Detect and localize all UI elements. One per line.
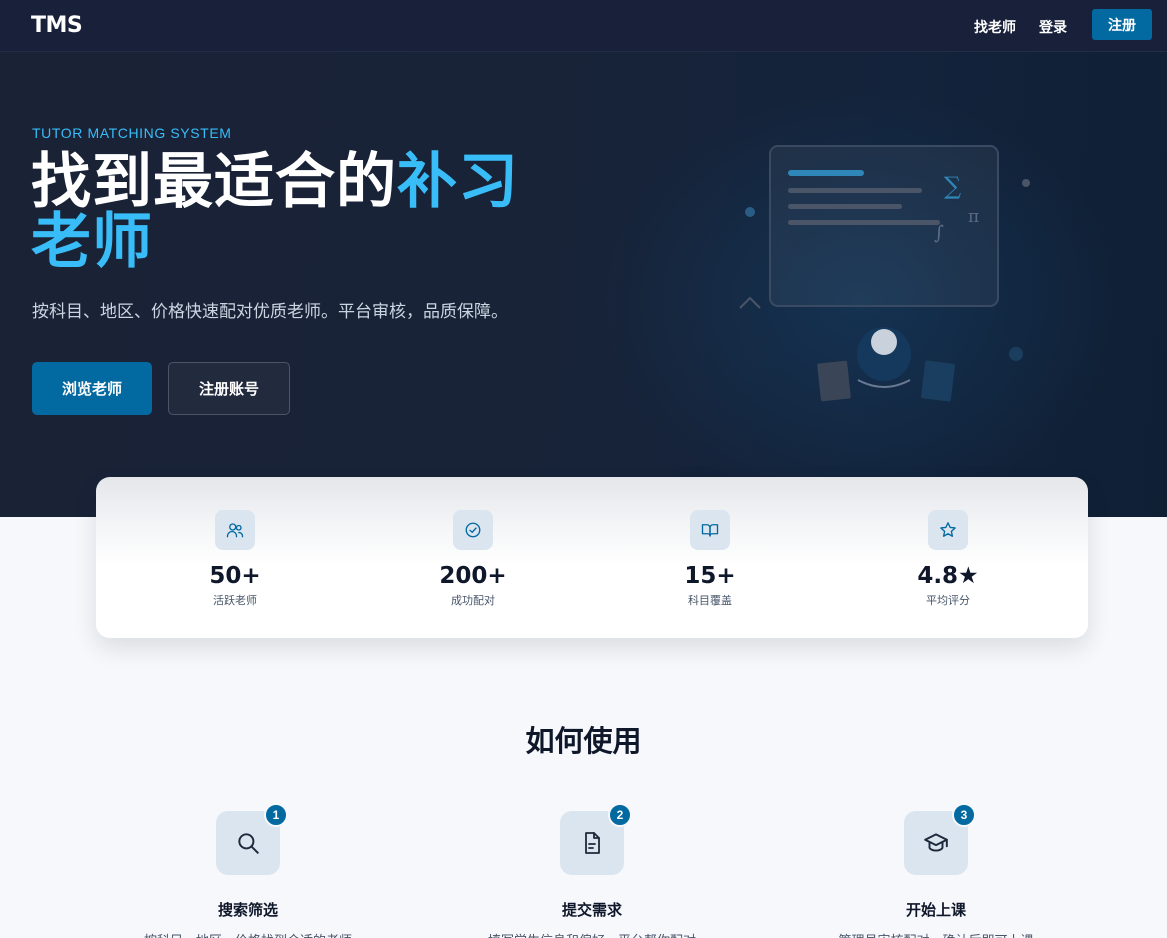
stat-label: 科目覆盖 xyxy=(688,595,732,607)
book-shape xyxy=(921,360,955,402)
step-title: 提交需求 xyxy=(561,902,622,919)
board-line xyxy=(788,204,902,209)
register-account-button[interactable]: 注册账号 xyxy=(168,362,290,415)
browse-teachers-button[interactable]: 浏览老师 xyxy=(32,362,152,415)
hero-title-part2: 老师 xyxy=(31,207,153,277)
step-description: 填写学生信息和偏好，平台帮你配对 xyxy=(420,930,764,938)
hero-subtitle: 按科目、地区、价格快速配对优质老师。平台审核，品质保障。 xyxy=(32,302,508,321)
how-to-use-title: 如何使用 xyxy=(525,726,642,758)
stat-item-subjects: 15+ 科目覆盖 xyxy=(591,477,829,638)
step-number-badge: 2 xyxy=(608,803,632,827)
hero-title-accent: 补习 xyxy=(397,147,519,217)
step-number-badge: 3 xyxy=(952,803,976,827)
step-start-class: 3 开始上课 管理员审核配对，确认后即可上课 xyxy=(764,803,1108,938)
step-search: 1 搜索筛选 按科目、地区、价格找到合适的老师 xyxy=(76,803,420,938)
board-line-accent xyxy=(788,170,864,176)
board-line xyxy=(788,220,940,225)
star-icon xyxy=(928,510,968,550)
stat-item-teachers: 50+ 活跃老师 xyxy=(116,477,354,638)
step-submit: 2 提交需求 填写学生信息和偏好，平台帮你配对 xyxy=(420,803,764,938)
top-navbar: TMS 找老师 登录 注册 xyxy=(0,0,1167,52)
hero-eyebrow: TUTOR MATCHING SYSTEM xyxy=(32,125,232,141)
hero-section: TUTOR MATCHING SYSTEM 找到最适合的补习 老师 按科目、地区、… xyxy=(0,52,1167,517)
sigma-icon: ∑ xyxy=(944,172,961,200)
hero-illustration: ∑ π ∫ xyxy=(739,145,1030,402)
board-line xyxy=(788,188,922,193)
pi-icon: π xyxy=(968,207,979,227)
step-description: 按科目、地区、价格找到合适的老师 xyxy=(76,930,420,938)
book-shape xyxy=(817,360,851,402)
decor-dot xyxy=(1022,179,1030,187)
stat-item-rating: 4.8★ 平均评分 xyxy=(829,477,1067,638)
nav-register-button[interactable]: 注册 xyxy=(1092,9,1152,40)
hero-title: 找到最适合的补习 老师 xyxy=(31,152,551,272)
stat-value: 15+ xyxy=(684,563,736,589)
users-icon xyxy=(215,510,255,550)
logo[interactable]: TMS xyxy=(31,13,83,38)
step-description: 管理员审核配对，确认后即可上课 xyxy=(764,930,1108,938)
stat-value: 4.8★ xyxy=(917,563,979,589)
decor-dot xyxy=(745,207,755,217)
integral-icon: ∫ xyxy=(934,222,944,244)
student-head xyxy=(871,329,897,355)
stat-value: 200+ xyxy=(439,563,507,589)
student-shoulders xyxy=(857,379,911,388)
check-circle-icon xyxy=(453,510,493,550)
stats-card: 50+ 活跃老师 200+ 成功配对 15+ 科目覆盖 4.8★ 平均评分 xyxy=(96,477,1088,638)
stat-item-matches: 200+ 成功配对 xyxy=(354,477,592,638)
decor-dot xyxy=(1009,347,1023,361)
step-number-badge: 1 xyxy=(264,803,288,827)
nav-find-teacher-link[interactable]: 找老师 xyxy=(974,17,1016,37)
stat-label: 成功配对 xyxy=(451,595,495,607)
stat-label: 平均评分 xyxy=(926,595,970,607)
stat-value: 50+ xyxy=(209,563,261,589)
stat-label: 活跃老师 xyxy=(213,595,257,607)
chevron-up-icon xyxy=(739,296,761,309)
nav-login-link[interactable]: 登录 xyxy=(1039,17,1067,37)
step-title: 搜索筛选 xyxy=(217,902,278,919)
book-open-icon xyxy=(690,510,730,550)
step-title: 开始上课 xyxy=(905,902,966,919)
